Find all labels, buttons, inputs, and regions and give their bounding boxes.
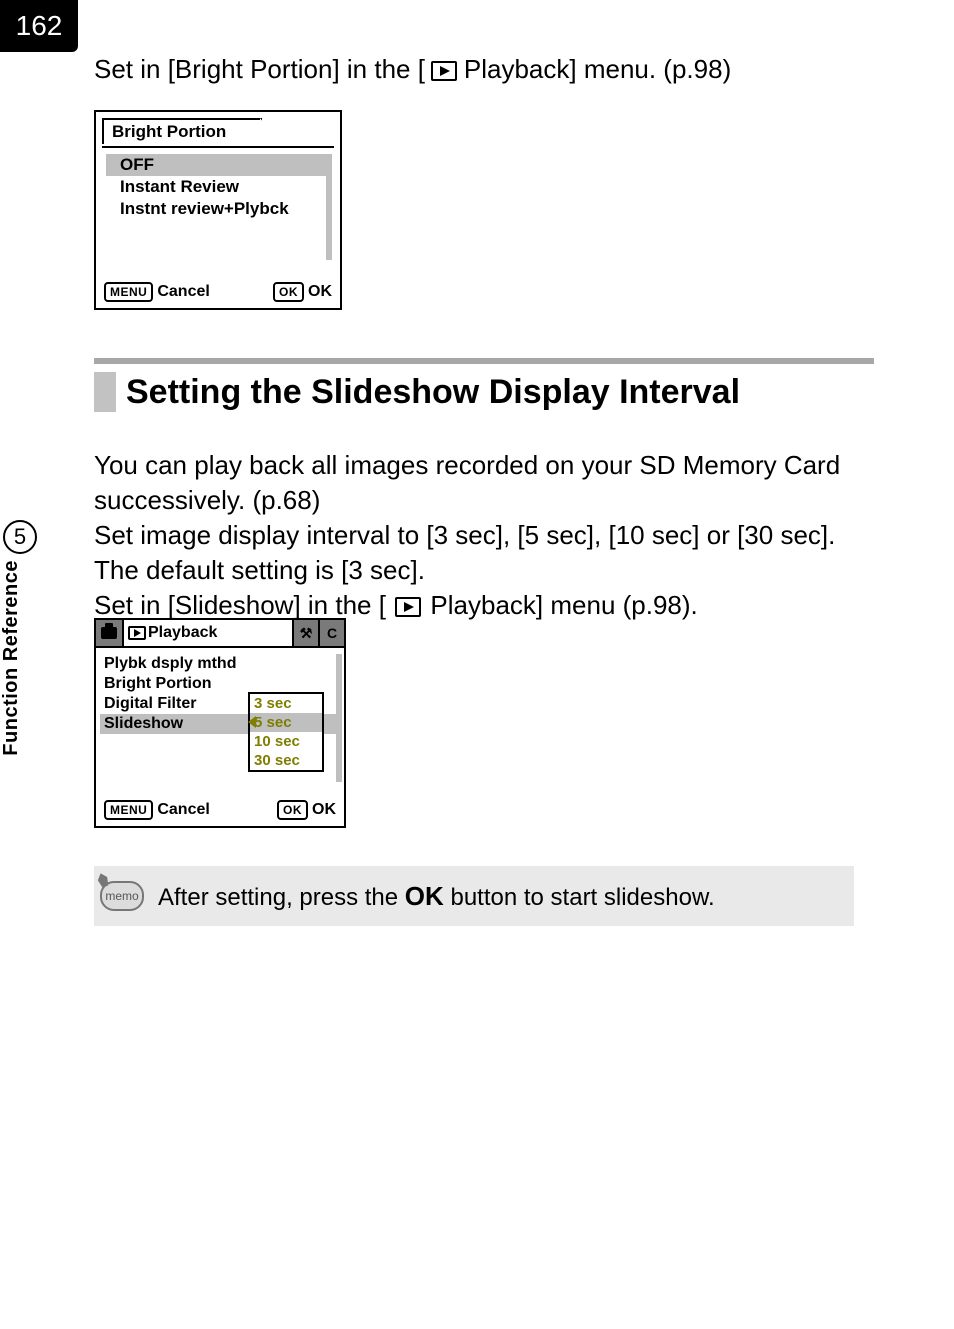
lcd1-option-off[interactable]: OFF (106, 154, 330, 176)
tools-icon: ⚒ (300, 625, 313, 642)
section-heading: Setting the Slideshow Display Interval (126, 373, 740, 412)
lcd1-scrollbar[interactable] (326, 154, 332, 260)
lcd1-cancel[interactable]: MENUCancel (104, 282, 210, 302)
section-bar-icon (94, 372, 116, 412)
intro-text-prefix: Set in [Bright Portion] in the [ (94, 54, 425, 84)
lcd2-ok[interactable]: OKOK (277, 800, 336, 820)
lcd1-ok-label: OK (308, 283, 332, 300)
slideshow-interval-dropdown[interactable]: 3 sec 5 sec 10 sec 30 sec (248, 692, 324, 772)
intro-text-suffix: Playback] menu. (p.98) (464, 54, 731, 84)
intro-line: Set in [Bright Portion] in the [ Playbac… (94, 52, 874, 87)
lcd1-option-instant-review[interactable]: Instant Review (102, 176, 334, 198)
page-number-tab: 162 (0, 0, 78, 52)
opt-30sec[interactable]: 30 sec (250, 751, 322, 770)
memo-icon-wrap: memo (94, 881, 150, 911)
body-p3-prefix: Set in [Slideshow] in the [ (94, 590, 386, 620)
lcd2-cancel-label: Cancel (157, 801, 209, 818)
lcd2-cancel[interactable]: MENUCancel (104, 800, 210, 820)
lcd1-option-instnt-plybck[interactable]: Instnt review+Plybck (102, 198, 334, 220)
lcd1-cancel-label: Cancel (157, 283, 209, 300)
body-p2: Set image display interval to [3 sec], [… (94, 518, 874, 588)
opt-10sec[interactable]: 10 sec (250, 732, 322, 751)
memo-suffix: button to start slideshow. (450, 884, 714, 911)
tab-camera-icon[interactable] (96, 620, 124, 646)
menu-button-icon: MENU (104, 800, 153, 820)
section-rule (94, 358, 874, 364)
tab-playback-label: Playback (148, 624, 217, 642)
tab-tools-icon[interactable]: ⚒ (292, 620, 318, 646)
memo-icon: memo (100, 881, 144, 911)
lcd-bright-portion-menu: Bright Portion OFF Instant Review Instnt… (94, 110, 342, 310)
pin-icon (96, 872, 110, 889)
page-number: 162 (16, 10, 63, 42)
chapter-number: 5 (14, 524, 26, 550)
row-label: Bright Portion (104, 675, 212, 693)
tab-playback[interactable]: Playback (124, 620, 292, 646)
playback-icon (431, 61, 457, 81)
memo-ok-label: OK (405, 881, 444, 911)
chapter-label: Function Reference (0, 560, 40, 756)
section-heading-wrap: Setting the Slideshow Display Interval (94, 358, 874, 412)
row-label: Plybk dsply mthd (104, 655, 236, 673)
body-text: You can play back all images recorded on… (94, 448, 874, 623)
lcd1-tab-title: Bright Portion (102, 118, 262, 144)
row-label: Digital Filter (104, 695, 196, 713)
lcd-playback-menu: Playback ⚒ C Plybk dsply mthd Bright Por… (94, 618, 346, 828)
ok-button-icon: OK (277, 800, 308, 820)
custom-icon: C (327, 625, 337, 641)
memo-text: After setting, press the OK button to st… (150, 881, 715, 912)
memo-icon-label: memo (105, 889, 138, 903)
side-chapter-tab: 5 Function Reference (0, 520, 40, 820)
memo-note: memo After setting, press the OK button … (94, 866, 854, 926)
lcd2-scrollbar[interactable] (336, 654, 342, 782)
chapter-number-badge: 5 (3, 520, 37, 554)
row-bright-portion[interactable]: Bright Portion (104, 674, 336, 694)
lcd1-footer: MENUCancel OKOK (104, 282, 332, 302)
ok-button-icon: OK (273, 282, 304, 302)
lcd1-tab-row: Bright Portion (96, 112, 340, 146)
lcd2-footer: MENUCancel OKOK (104, 800, 336, 820)
menu-button-icon: MENU (104, 282, 153, 302)
lcd1-body: OFF Instant Review Instnt review+Plybck (102, 146, 334, 266)
lcd2-tabs: Playback ⚒ C (96, 620, 344, 648)
body-p1: You can play back all images recorded on… (94, 448, 874, 518)
lcd1-ok[interactable]: OKOK (273, 282, 332, 302)
body-p3-suffix: Playback] menu (p.98). (430, 590, 697, 620)
row-plybk-dsply[interactable]: Plybk dsply mthd (104, 654, 336, 674)
camera-icon (101, 627, 117, 639)
row-label: Slideshow (104, 715, 183, 733)
opt-5sec[interactable]: 5 sec (250, 713, 322, 732)
lcd2-ok-label: OK (312, 801, 336, 818)
tab-custom-icon[interactable]: C (318, 620, 344, 646)
playback-icon (395, 597, 421, 617)
opt-3sec[interactable]: 3 sec (250, 694, 322, 713)
playback-icon (128, 626, 146, 640)
memo-prefix: After setting, press the (158, 884, 405, 911)
section-title-row: Setting the Slideshow Display Interval (94, 372, 874, 412)
page: 162 5 Function Reference Set in [Bright … (0, 0, 954, 1329)
lcd2-list: Plybk dsply mthd Bright Portion Digital … (96, 648, 344, 788)
